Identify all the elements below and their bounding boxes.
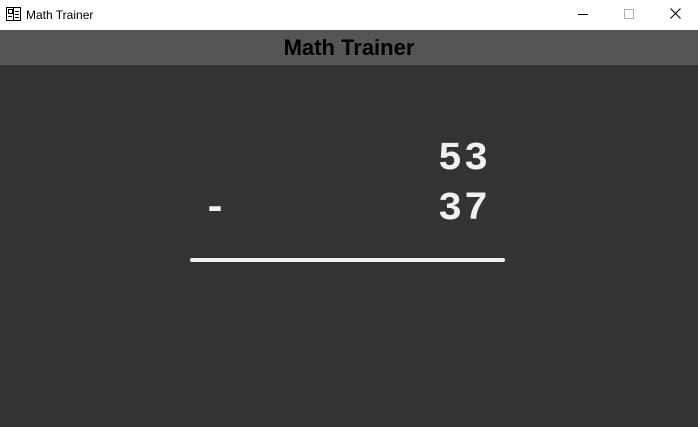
- maximize-button[interactable]: [606, 0, 652, 30]
- arithmetic-problem: 53 - 37: [0, 65, 698, 427]
- page-title: Math Trainer: [283, 35, 415, 60]
- operator-sign: -: [203, 187, 228, 232]
- minimize-icon: [578, 6, 588, 24]
- top-operand: 53: [437, 137, 490, 182]
- minimize-button[interactable]: [560, 0, 606, 30]
- window-title: Math Trainer: [26, 8, 94, 22]
- close-icon: [669, 6, 681, 24]
- bottom-operand: 37: [437, 187, 490, 232]
- title-bar[interactable]: Math Trainer: [0, 0, 698, 30]
- header-bar: Math Trainer: [0, 30, 698, 65]
- close-button[interactable]: [652, 0, 698, 30]
- app-window: Math Trainer Math Trainer 53 - 37: [0, 0, 698, 427]
- maximize-icon: [624, 6, 634, 24]
- answer-line: [190, 258, 505, 262]
- calculator-app-icon: [6, 7, 21, 21]
